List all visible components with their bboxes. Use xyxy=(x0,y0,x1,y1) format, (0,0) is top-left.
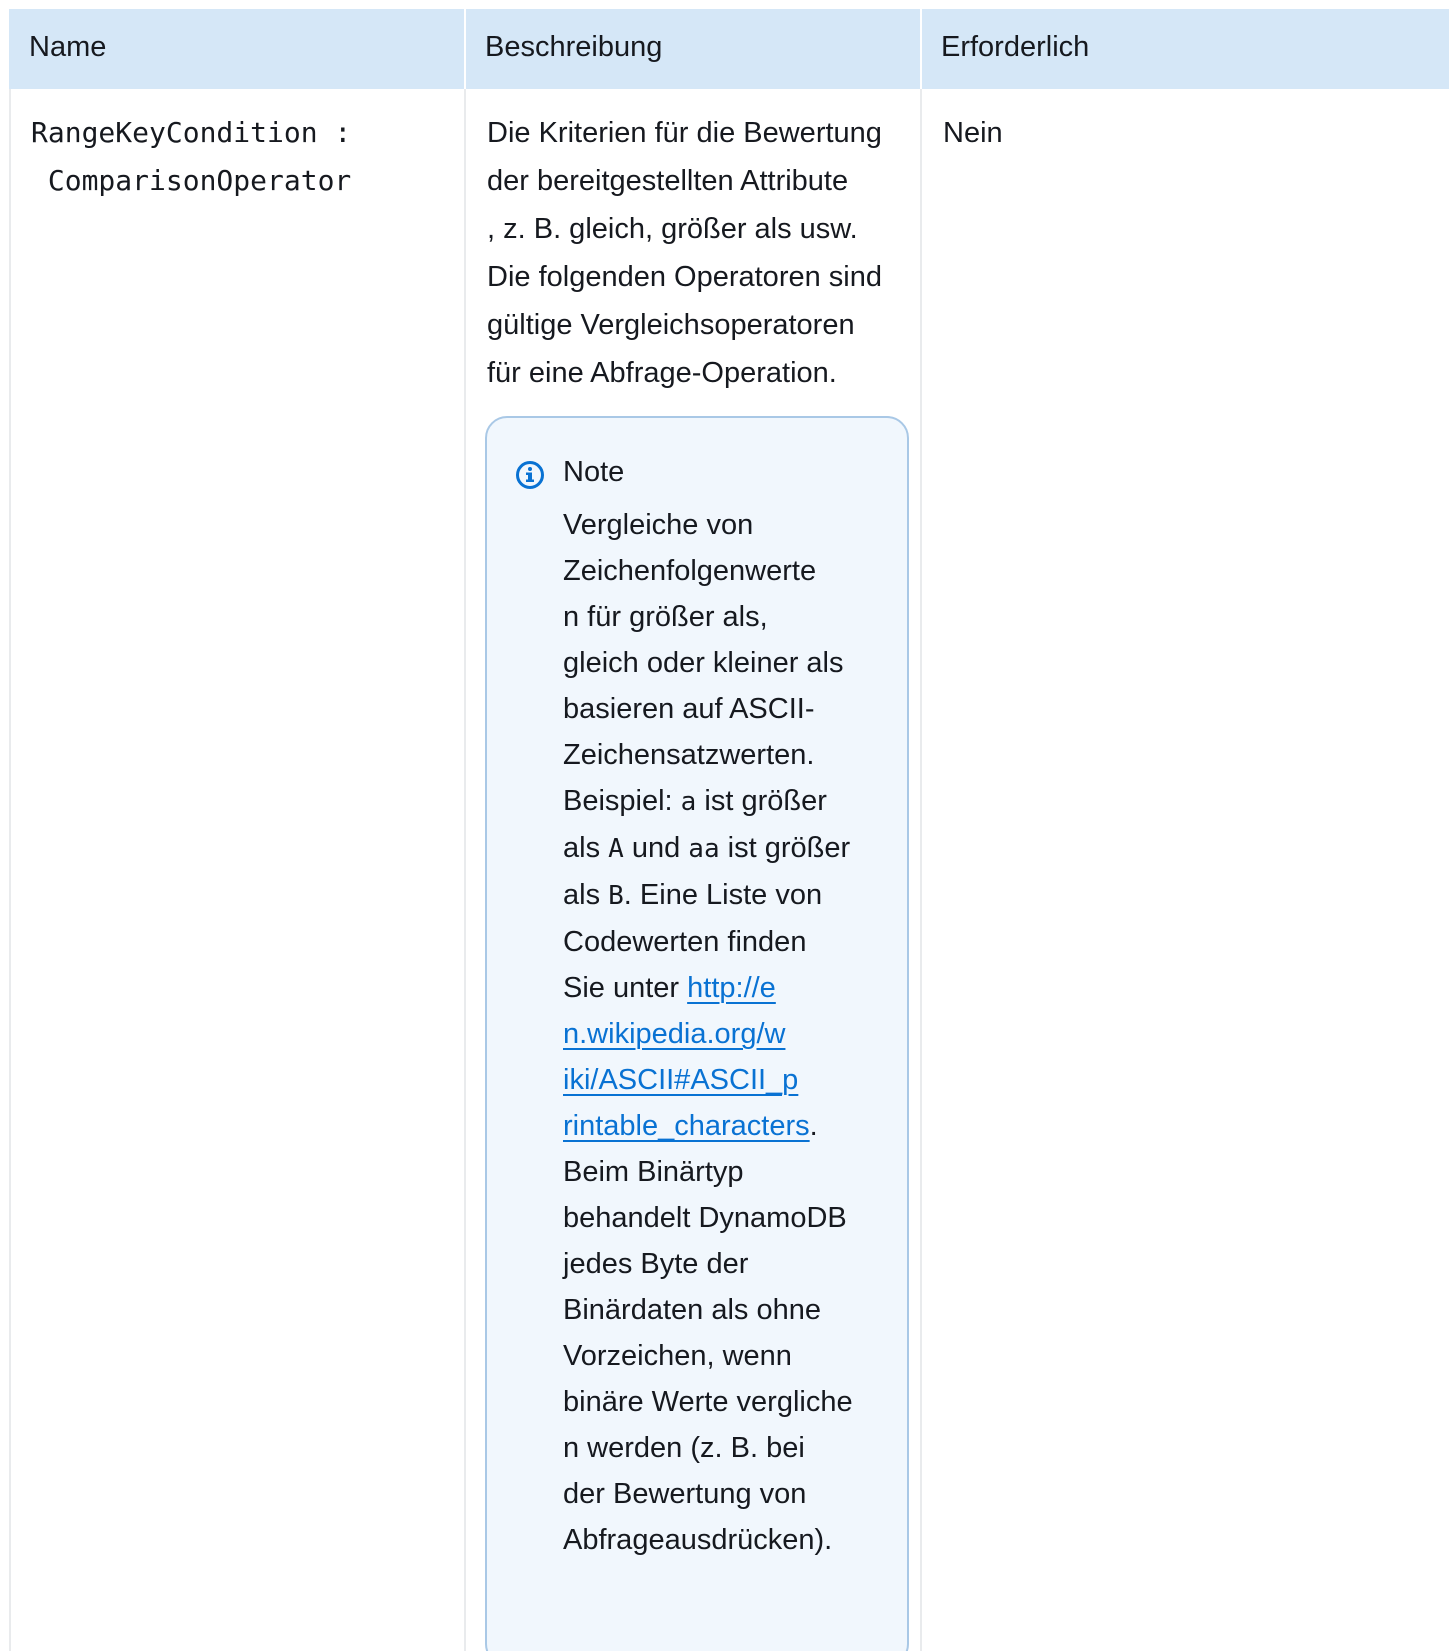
description-line: Die folgenden Operatoren sind xyxy=(487,261,882,293)
note-text: und xyxy=(623,832,689,864)
parameter-name: RangeKeyCondition : ComparisonOperator xyxy=(31,109,471,205)
note-line: behandelt DynamoDB xyxy=(563,1202,847,1234)
description-line: Die Kriterien für die Bewertung xyxy=(487,117,882,149)
note-callout: Note Vergleiche von Zeichenfolgenwerte n… xyxy=(485,416,909,1651)
note-text: Beispiel: xyxy=(563,785,681,817)
code-a: a xyxy=(680,787,697,817)
note-line: Zeichenfolgenwerte xyxy=(563,555,817,587)
note-line: als B. Eine Liste von xyxy=(563,872,893,919)
description-line: gültige Vergleichsoperatoren xyxy=(487,309,855,341)
note-line: gleich oder kleiner als xyxy=(563,647,844,679)
note-line: jedes Byte der xyxy=(563,1248,749,1280)
parameter-required: Nein xyxy=(943,117,1003,149)
description-line: der bereitgestellten Attribute xyxy=(487,165,849,197)
parameter-table: Name Beschreibung Erforderlich RangeKeyC… xyxy=(9,9,1449,1651)
table-header-row: Name Beschreibung Erforderlich xyxy=(9,9,1449,89)
note-line: rintable_characters. xyxy=(563,1103,893,1149)
note-line: iki/ASCII#ASCII_p xyxy=(563,1057,893,1103)
note-line: n.wikipedia.org/w xyxy=(563,1011,893,1057)
parameter-description: Die Kriterien für die Bewertung der bere… xyxy=(487,109,927,397)
note-text: als xyxy=(563,832,609,864)
ascii-link[interactable]: rintable_characters xyxy=(563,1110,810,1142)
note-text: als xyxy=(563,879,609,911)
note-text: . xyxy=(809,1110,818,1142)
note-line: Codewerten finden xyxy=(563,926,807,958)
table-row: RangeKeyCondition : ComparisonOperator D… xyxy=(9,89,1449,1651)
note-title: Note xyxy=(563,456,625,488)
note-text: Sie unter xyxy=(563,972,688,1004)
code-upper-b: B xyxy=(608,881,624,911)
note-line: n werden (z. B. bei xyxy=(563,1432,805,1464)
note-line: Binärdaten als ohne xyxy=(563,1294,821,1326)
note-line: n für größer als, xyxy=(563,601,768,633)
note-body: Vergleiche von Zeichenfolgenwerte n für … xyxy=(563,502,893,1563)
header-name: Name xyxy=(29,31,107,63)
row-divider-1 xyxy=(464,89,466,1651)
note-line: als A und aa ist größer xyxy=(563,825,893,872)
note-line: Vergleiche von xyxy=(563,509,754,541)
code-upper-a: A xyxy=(608,834,624,864)
description-line: , z. B. gleich, größer als usw. xyxy=(487,213,858,245)
header-divider-2 xyxy=(920,9,922,89)
note-line: Abfrageausdrücken). xyxy=(563,1524,833,1556)
note-text: ist größer xyxy=(719,832,851,864)
note-text: ist größer xyxy=(696,785,827,817)
header-divider-1 xyxy=(464,9,466,89)
note-line: Zeichensatzwerten. xyxy=(563,739,815,771)
header-required: Erforderlich xyxy=(941,31,1090,63)
code-aa: aa xyxy=(688,834,720,864)
note-text: . Eine Liste von xyxy=(623,879,823,911)
description-line: für eine Abfrage-Operation. xyxy=(487,357,837,389)
ascii-link[interactable]: n.wikipedia.org/w xyxy=(563,1018,785,1050)
note-line: binäre Werte vergliche xyxy=(563,1386,853,1418)
note-line: Beim Binärtyp xyxy=(563,1156,744,1188)
parameter-name-line-2: ComparisonOperator xyxy=(31,164,352,197)
info-icon xyxy=(516,461,544,489)
parameter-name-line-1: RangeKeyCondition : xyxy=(31,116,352,149)
note-line: Vorzeichen, wenn xyxy=(563,1340,792,1372)
note-line: Sie unter http://e xyxy=(563,965,893,1011)
ascii-link[interactable]: http://e xyxy=(687,972,776,1004)
note-line: Beispiel: a ist größer xyxy=(563,778,893,825)
ascii-link[interactable]: iki/ASCII#ASCII_p xyxy=(563,1064,798,1096)
note-line: basieren auf ASCII- xyxy=(563,693,815,725)
note-line: der Bewertung von xyxy=(563,1478,807,1510)
header-description: Beschreibung xyxy=(485,31,663,63)
